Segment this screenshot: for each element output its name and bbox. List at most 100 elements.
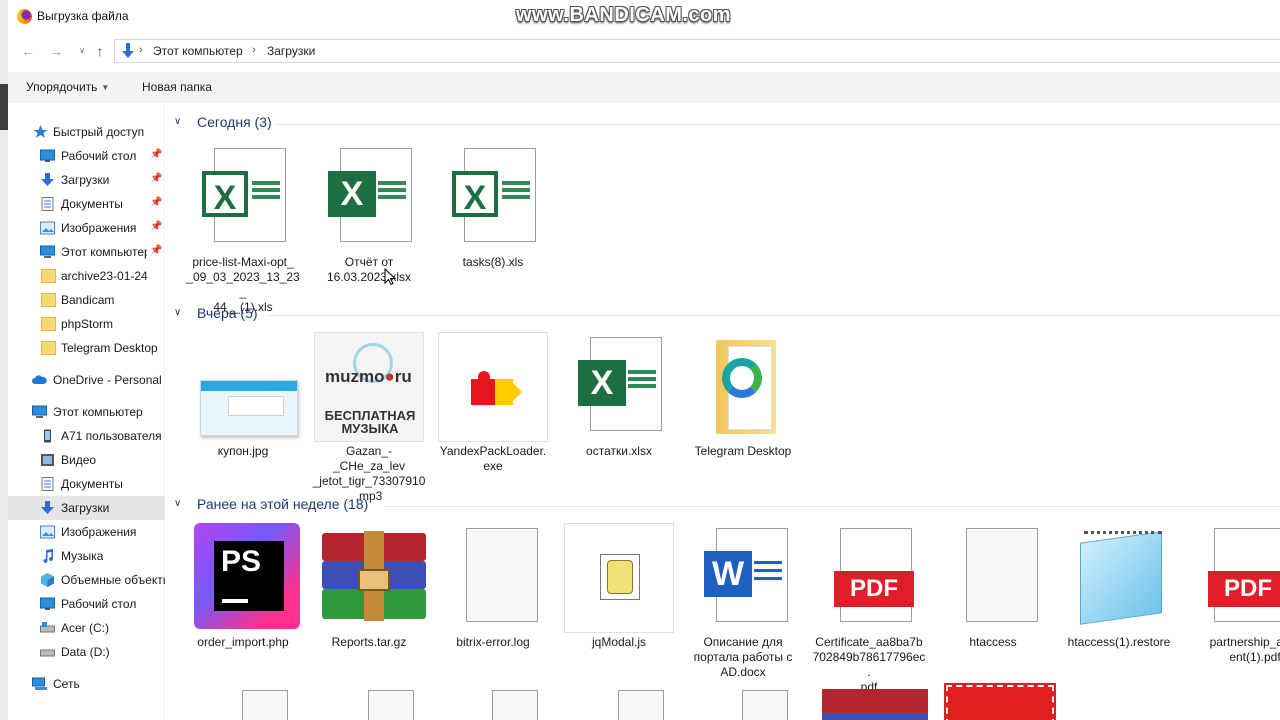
blank-file-icon (742, 690, 788, 720)
sidebar-item-music[interactable]: Музыка (8, 544, 165, 568)
folder-edge-icon (688, 332, 798, 442)
up-arrow-icon[interactable]: ↑ (90, 41, 110, 61)
thumb-text: PDF (1208, 571, 1280, 607)
thumb-text: PDF (834, 571, 914, 607)
breadcrumb-downloads[interactable]: Загрузки (267, 44, 315, 58)
sidebar-item-drive-c[interactable]: Acer (C:) (8, 616, 165, 640)
image-thumbnail-icon (188, 332, 298, 442)
bandicam-watermark: www.BANDICAM.com (516, 4, 732, 26)
navigation-pane[interactable]: Быстрый доступ Рабочий стол 📌 Загрузки 📌… (8, 103, 165, 720)
organize-button[interactable]: Упорядочить ▼ (26, 80, 109, 94)
muzmo-thumbnail-icon: muzmo●ru БЕСПЛАТНАЯ МУЗЫКА (314, 332, 424, 442)
group-divider (384, 506, 1280, 507)
sidebar-item-bandicam[interactable]: Bandicam (8, 288, 165, 312)
new-folder-button[interactable]: Новая папка (142, 80, 212, 94)
group-header-yesterday[interactable]: ∨ Вчера (5) (174, 304, 1280, 326)
pin-icon: 📌 (150, 173, 163, 184)
command-bar: Упорядочить ▼ Новая папка (8, 72, 1280, 103)
thumb-text: PS (221, 545, 262, 578)
sidebar-item-documents-pc[interactable]: Документы (8, 472, 165, 496)
star-icon (33, 125, 48, 138)
blank-file-icon (618, 690, 664, 720)
group-title: Вчера (5) (197, 305, 258, 321)
file-name: htaccess(1).restore (1067, 635, 1171, 649)
sidebar-item-phone[interactable]: A71 пользователя G (8, 424, 165, 448)
folder-icon (41, 269, 56, 283)
breadcrumb-separator-icon: › (139, 44, 143, 56)
title-bar[interactable]: Выгрузка файла www.BANDICAM.com (8, 0, 1280, 34)
sidebar-item-label: Загрузки (61, 173, 110, 187)
pictures-icon (40, 525, 55, 539)
blank-file-icon (242, 690, 288, 720)
sidebar-item-desktop-pc[interactable]: Рабочий стол (8, 592, 165, 616)
pin-icon: 📌 (150, 149, 163, 160)
group-divider (274, 124, 1280, 125)
sidebar-item-downloads-pc[interactable]: Загрузки (8, 496, 165, 520)
breadcrumb-separator-icon: › (252, 44, 256, 56)
excel-legacy-icon: X (438, 143, 548, 253)
sidebar-item-network[interactable]: Сеть (8, 672, 165, 696)
sidebar-item-phpstorm[interactable]: phpStorm (8, 312, 165, 336)
music-icon (43, 549, 53, 563)
chevron-down-icon: ▼ (101, 83, 110, 92)
background-strip (0, 0, 8, 720)
video-icon (41, 454, 54, 466)
address-bar-row: ← → ∨ ↑ › Этот компьютер › Загрузки (8, 34, 1280, 68)
sidebar-item-label: archive23-01-24 (61, 269, 148, 283)
sidebar-item-label: Объемные объекты (61, 573, 165, 587)
sidebar-item-downloads[interactable]: Загрузки 📌 (8, 168, 165, 192)
sidebar-item-label: Рабочий стол (61, 597, 137, 611)
sidebar-item-label: Документы (61, 197, 123, 211)
sidebar-item-documents[interactable]: Документы 📌 (8, 192, 165, 216)
group-header-earlier-this-week[interactable]: ∨ Ранее на этой неделе (18) (174, 495, 1280, 517)
pin-icon: 📌 (150, 245, 163, 256)
sidebar-item-label: Быстрый доступ (53, 125, 145, 139)
chevron-down-icon: ∨ (174, 498, 182, 509)
desktop-icon (40, 149, 55, 162)
recent-locations-chevron-icon[interactable]: ∨ (72, 41, 92, 61)
file-name: купон.jpg (217, 444, 269, 458)
forward-arrow-icon[interactable]: → (46, 41, 66, 61)
notepad-icon (1064, 523, 1174, 633)
sidebar-item-this-pc[interactable]: Этот компьютер (8, 400, 165, 424)
sidebar-item-this-pc-pinned[interactable]: Этот компьютер 📌 (8, 240, 165, 264)
sidebar-item-3d-objects[interactable]: Объемные объекты (8, 568, 165, 592)
sidebar-item-drive-d[interactable]: Data (D:) (8, 640, 165, 664)
sidebar-item-label: Bandicam (61, 293, 115, 307)
sidebar-item-label: Изображения (61, 221, 137, 235)
sidebar-item-label: A71 пользователя G (61, 429, 165, 443)
file-list[interactable]: ∨ Сегодня (3) X price-list-Maxi-opt_ _09… (166, 103, 1280, 720)
sidebar-item-pictures[interactable]: Изображения 📌 (8, 216, 165, 240)
sidebar-item-desktop[interactable]: Рабочий стол 📌 (8, 144, 165, 168)
puzzle-icon (438, 332, 548, 442)
sidebar-item-onedrive[interactable]: OneDrive - Personal (8, 368, 165, 392)
sidebar-item-label: Data (D:) (61, 645, 110, 659)
organize-label: Упорядочить (26, 80, 98, 94)
file-name: Отчёт от 16.03.2023.xlsx (312, 255, 426, 285)
file-name: jqModal.js (591, 635, 647, 649)
sidebar-item-telegram[interactable]: Telegram Desktop (8, 336, 165, 360)
address-bar[interactable]: › Этот компьютер › Загрузки (114, 39, 1280, 63)
group-title: Сегодня (3) (197, 114, 272, 130)
documents-icon (41, 197, 54, 211)
pdf-icon: PDF (814, 523, 924, 633)
phpstorm-icon: PS (188, 523, 300, 633)
sidebar-item-quick-access[interactable]: Быстрый доступ (8, 120, 165, 144)
group-header-today[interactable]: ∨ Сегодня (3) (174, 113, 1280, 135)
sidebar-item-label: Этот компьютер (53, 405, 143, 419)
file-name: partnership_agre ent(1).pdf (1209, 635, 1280, 664)
breadcrumb-this-pc[interactable]: Этот компьютер (153, 44, 243, 58)
background-window-edge (0, 84, 8, 130)
sidebar-item-label: Рабочий стол (61, 149, 137, 163)
sidebar-item-video[interactable]: Видео (8, 448, 165, 472)
file-name: Reports.tar.gz (331, 635, 407, 649)
back-arrow-icon[interactable]: ← (18, 41, 38, 61)
sidebar-item-archive[interactable]: archive23-01-24 (8, 264, 165, 288)
network-icon (32, 677, 47, 690)
folder-icon (41, 293, 56, 307)
file-name: YandexPackLoader. exe (439, 444, 547, 473)
word-icon: W (688, 523, 798, 633)
winrar-icon (822, 689, 928, 720)
sidebar-item-pictures-pc[interactable]: Изображения (8, 520, 165, 544)
pictures-icon (40, 221, 55, 235)
